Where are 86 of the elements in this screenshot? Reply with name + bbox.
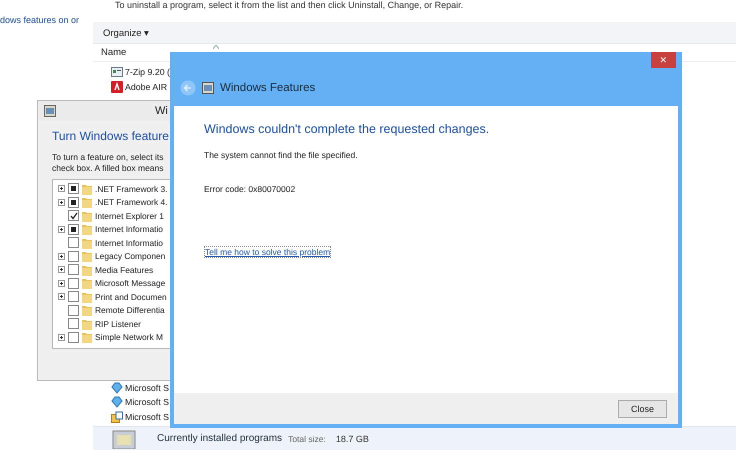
feature-row[interactable]: .NET Framework 4.	[58, 196, 171, 209]
feature-checkbox[interactable]	[68, 183, 79, 194]
column-header[interactable]: Name	[101, 47, 126, 58]
folder-icon	[82, 318, 92, 330]
feature-row[interactable]: .NET Framework 3.	[58, 182, 171, 196]
folder-icon	[82, 331, 92, 344]
program-icon	[111, 396, 123, 408]
close-button[interactable]: ✕	[651, 52, 676, 68]
expand-icon[interactable]	[58, 280, 65, 287]
help-link[interactable]: Tell me how to solve this problem	[204, 246, 332, 258]
folder-icon	[82, 290, 92, 303]
app-icon	[202, 82, 214, 94]
feature-checkbox[interactable]	[68, 291, 79, 302]
feature-label[interactable]: Internet Informatio	[95, 238, 163, 248]
feature-checkbox[interactable]	[68, 237, 79, 248]
total-size-value: 18.7 GB	[336, 434, 369, 444]
expand-icon[interactable]	[58, 252, 65, 260]
feature-label[interactable]: RIP Listener	[95, 318, 141, 329]
feature-checkbox[interactable]	[68, 332, 79, 343]
folder-icon	[82, 196, 92, 208]
window-heading: Turn Windows feature	[52, 129, 170, 143]
feature-label[interactable]: .NET Framework 3.	[95, 184, 168, 194]
folder-icon	[82, 236, 92, 249]
organize-button[interactable]: Organize ▾	[99, 24, 154, 40]
program-name[interactable]: Microsoft S	[125, 397, 169, 408]
feature-label[interactable]: Remote Differentia	[95, 305, 165, 316]
folder-icon	[82, 250, 92, 262]
feature-checkbox[interactable]	[68, 264, 79, 276]
expand-icon[interactable]	[58, 266, 65, 274]
error-code: Error code: 0x80070002	[204, 184, 296, 194]
feature-label[interactable]: Print and Documen	[95, 292, 167, 302]
feature-checkbox[interactable]	[68, 318, 79, 330]
folder-icon	[82, 210, 92, 222]
error-message: The system cannot find the file specified.	[204, 150, 358, 160]
expand-icon[interactable]	[58, 293, 65, 300]
folder-icon	[82, 182, 92, 195]
status-title: Currently installed programs	[157, 433, 282, 444]
feature-row[interactable]: Internet Explorer 1	[58, 209, 171, 222]
feature-checkbox[interactable]	[68, 278, 79, 289]
feature-row[interactable]: Print and Documen	[58, 290, 171, 304]
expand-icon[interactable]	[58, 226, 65, 233]
folder-icon	[82, 304, 92, 316]
feature-label[interactable]: Microsoft Message	[95, 278, 166, 288]
feature-label[interactable]: Simple Network M	[95, 332, 163, 342]
feature-checkbox[interactable]	[68, 210, 79, 222]
feature-checkbox[interactable]	[68, 196, 79, 208]
feature-label[interactable]: Legacy Componen	[95, 251, 166, 262]
expand-icon[interactable]	[58, 185, 65, 192]
program-icon	[111, 66, 123, 78]
feature-row[interactable]: Internet Informatio	[58, 222, 171, 236]
feature-label[interactable]: Internet Informatio	[95, 224, 163, 234]
feature-row[interactable]: Microsoft Message	[58, 276, 171, 290]
feature-row[interactable]: Legacy Componen	[58, 250, 171, 263]
description-text: To turn a feature on, select its	[52, 152, 165, 163]
program-name[interactable]: Microsoft S	[125, 412, 169, 422]
folder-icon	[82, 264, 92, 276]
program-name[interactable]: Adobe AIR	[125, 82, 168, 92]
feature-row[interactable]: Remote Differentia	[58, 304, 171, 317]
feature-row[interactable]: RIP Listener	[58, 317, 171, 330]
folder-icon	[82, 223, 92, 236]
program-icon	[111, 410, 123, 423]
feature-checkbox[interactable]	[68, 304, 79, 316]
feature-label[interactable]: .NET Framework 4.	[95, 197, 168, 208]
instruction-text: To uninstall a program, select it from the list and then click Uninstall, Change, or Repair.	[114, 0, 464, 12]
feature-checkbox[interactable]	[68, 250, 79, 262]
folder-icon	[82, 277, 92, 290]
feature-checkbox[interactable]	[68, 224, 79, 235]
expand-icon[interactable]	[58, 334, 65, 341]
close-button[interactable]: Close	[618, 400, 667, 418]
error-heading: Windows couldn't complete the requested changes.	[204, 122, 490, 136]
feature-label[interactable]: Media Features	[95, 264, 154, 275]
feature-row[interactable]: Media Features	[58, 263, 171, 276]
total-size-label: Total size:	[288, 434, 326, 444]
sidebar-link[interactable]: dows features on or	[0, 15, 80, 25]
description-text: check box. A filled box means	[52, 163, 165, 174]
feature-row[interactable]: Simple Network M	[58, 330, 171, 344]
feature-row[interactable]: Internet Informatio	[58, 236, 171, 250]
dialog-title: Windows Features	[220, 82, 316, 94]
program-icon	[111, 80, 123, 93]
window-title: Wi	[155, 105, 168, 117]
feature-label[interactable]: Internet Explorer 1	[95, 210, 164, 221]
program-name[interactable]: 7-Zip 9.20 (	[125, 67, 170, 78]
program-icon	[111, 382, 123, 394]
app-icon	[44, 105, 56, 117]
program-name[interactable]: Microsoft S	[125, 382, 169, 393]
expand-icon[interactable]	[58, 198, 65, 206]
